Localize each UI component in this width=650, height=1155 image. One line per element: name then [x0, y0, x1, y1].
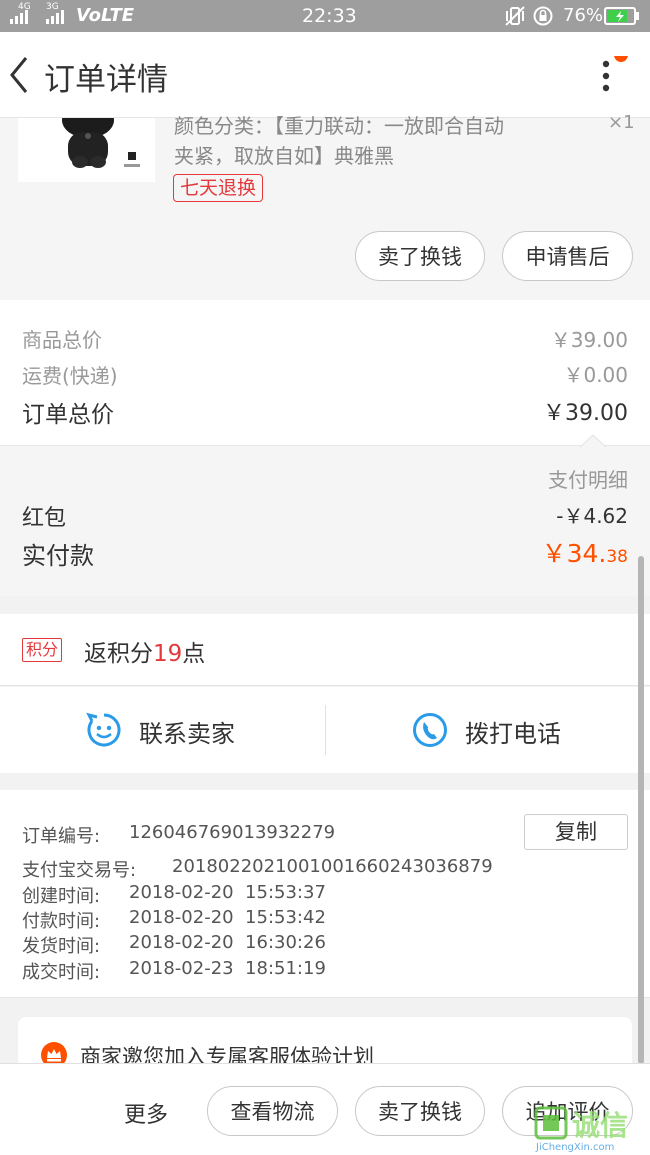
order-info-label: 支付宝交易号: — [22, 860, 137, 881]
page-title: 订单详情 — [44, 62, 168, 98]
shipping-label: 运费(快递) — [22, 364, 118, 388]
bottom-sell-for-cash-button[interactable]: 卖了换钱 — [355, 1086, 485, 1136]
order-info-value: 126046769013932279 — [129, 822, 336, 843]
payment-detail: 支付明细 红包 -￥4.62 实付款 ￥34.38 — [0, 434, 650, 596]
contact-seller-button[interactable]: 联系卖家 — [0, 687, 325, 773]
vibrate-icon — [504, 6, 526, 31]
battery-icon — [604, 7, 640, 30]
product-spec-line2: 夹紧，取放自如】典雅黑 — [174, 144, 394, 168]
goods-total-value: ￥39.00 — [550, 328, 628, 352]
battery-percent: 76% — [563, 5, 604, 26]
order-info: 复制 订单编号: 126046769013932279 支付宝交易号: 2018022… — [0, 790, 650, 998]
volte-label: VoLTE — [76, 5, 135, 26]
payment-detail-label: 支付明细 — [548, 468, 628, 492]
product-quantity: ×1 — [608, 112, 635, 133]
points-suffix: 点 — [182, 641, 206, 667]
order-info-label: 订单编号: — [22, 826, 101, 847]
order-info-label: 创建时间: — [22, 886, 101, 907]
phone-icon — [412, 712, 448, 752]
chat-face-icon — [86, 712, 122, 752]
clock: 22:33 — [302, 5, 357, 27]
red-packet-label: 红包 — [22, 506, 67, 531]
contact-seller-label: 联系卖家 — [139, 720, 235, 748]
rotation-lock-icon — [532, 5, 554, 32]
scrollbar-thumb[interactable] — [638, 556, 644, 1064]
caret-up-icon — [580, 434, 606, 448]
paid-amount-main: ￥34. — [541, 539, 607, 568]
copy-order-number-button[interactable]: 复制 — [524, 814, 628, 850]
after-sale-button[interactable]: 申请售后 — [502, 231, 633, 281]
seven-day-return-tag: 七天退换 — [173, 174, 264, 202]
watermark-url: JiChengXin.com — [536, 1142, 615, 1153]
goods-total-label: 商品总价 — [22, 328, 102, 352]
more-menu-icon[interactable] — [596, 48, 636, 104]
paid-amount-decimal: 38 — [606, 547, 628, 567]
order-info-value: 2018022021001001660243036879 — [172, 856, 493, 877]
network-4g-label: 4G — [18, 2, 31, 12]
order-info-label: 付款时间: — [22, 911, 101, 932]
order-info-label: 成交时间: — [22, 962, 101, 983]
order-info-value: 2018-02-23 18:51:19 — [129, 958, 326, 979]
points-badge: 积分 — [22, 638, 63, 662]
product-spec-line1: 颜色分类：【重力联动：一放即合自动 — [174, 114, 504, 138]
order-total-label: 订单总价 — [22, 402, 114, 428]
paid-amount-label: 实付款 — [22, 542, 94, 570]
order-info-label: 发货时间: — [22, 936, 101, 957]
product-thumbnail[interactable] — [18, 118, 155, 182]
contact-row: 联系卖家 拨打电话 — [0, 687, 650, 773]
points-count: 19 — [153, 641, 183, 667]
back-icon[interactable] — [6, 54, 34, 100]
sell-for-cash-button[interactable]: 卖了换钱 — [355, 231, 485, 281]
order-info-value: 2018-02-20 15:53:42 — [129, 907, 326, 928]
more-button[interactable]: 更多 — [124, 1097, 168, 1129]
price-summary: 商品总价 ￥39.00 运费(快递) ￥0.00 订单总价 ￥39.00 — [0, 300, 650, 446]
watermark-logo-icon — [534, 1106, 568, 1140]
network-3g-label: 3G — [46, 2, 59, 12]
view-logistics-button[interactable]: 查看物流 — [207, 1086, 338, 1136]
call-phone-label: 拨打电话 — [465, 720, 561, 748]
watermark-brand: 诚信 — [572, 1109, 629, 1142]
product-card: 颜色分类：【重力联动：一放即合自动 夹紧，取放自如】典雅黑 ×1 七天退换 卖了… — [0, 112, 650, 300]
points-text: 返积分19点 — [84, 634, 205, 668]
shipping-value: ￥0.00 — [563, 363, 628, 387]
order-total-value: ￥39.00 — [543, 401, 628, 426]
status-bar: 4G 3G VoLTE 22:33 76% — [0, 0, 650, 32]
call-phone-button[interactable]: 拨打电话 — [326, 687, 650, 773]
header: 订单详情 — [0, 32, 650, 118]
order-info-value: 2018-02-20 15:53:37 — [129, 882, 326, 903]
points-row: 积分 返积分19点 — [0, 614, 650, 686]
points-prefix: 返积分 — [84, 641, 153, 667]
watermark: 诚信 JiChengXin.com — [534, 1104, 648, 1154]
red-packet-value: -￥4.62 — [556, 504, 628, 528]
order-info-value: 2018-02-20 16:30:26 — [129, 932, 326, 953]
paid-amount-value: ￥34.38 — [542, 534, 628, 570]
